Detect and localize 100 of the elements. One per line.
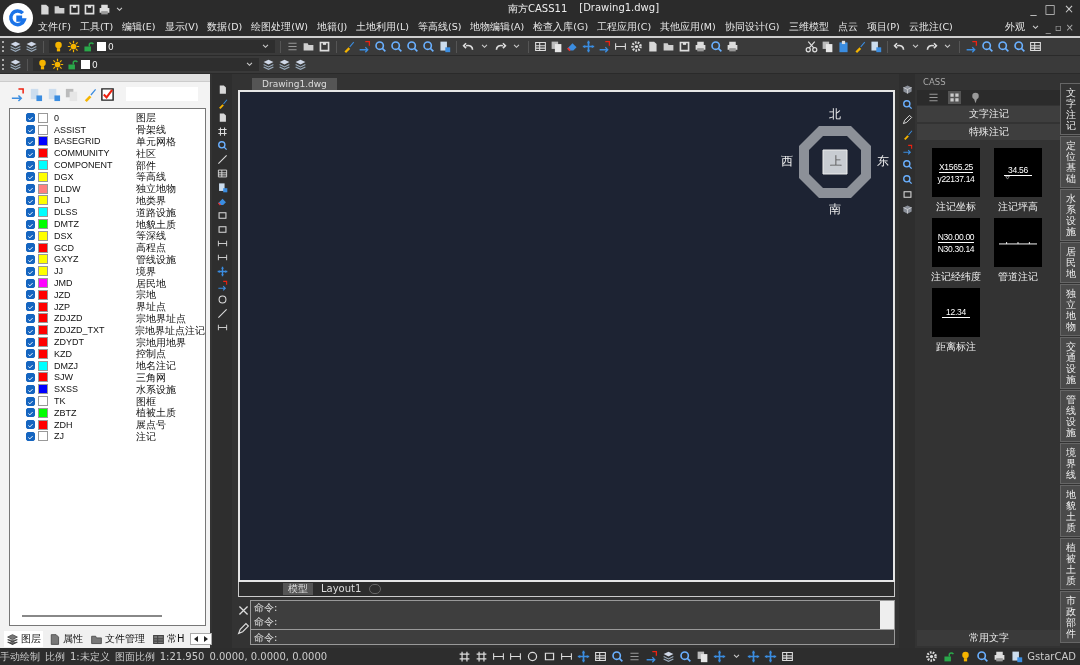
- folder-icon[interactable]: [662, 40, 675, 53]
- checkbox[interactable]: [26, 207, 35, 217]
- copy-icon[interactable]: [550, 40, 563, 53]
- arrow-icon[interactable]: [645, 650, 659, 663]
- close-icon[interactable]: [237, 604, 250, 617]
- menu-item[interactable]: 点云: [837, 20, 858, 34]
- side-tab[interactable]: 定位基础: [1060, 136, 1080, 188]
- zoom-icon[interactable]: [997, 40, 1010, 53]
- zoom-icon[interactable]: [611, 650, 625, 663]
- menu-item[interactable]: 编辑(E): [122, 20, 156, 34]
- save-icon[interactable]: [83, 2, 96, 16]
- move-icon[interactable]: [216, 266, 228, 277]
- side-tab[interactable]: 独立地物: [1060, 284, 1080, 336]
- side-tab[interactable]: 水系设施: [1060, 189, 1080, 241]
- color-swatch[interactable]: [38, 219, 48, 230]
- menu-item[interactable]: 数据(D): [207, 20, 243, 34]
- checkbox[interactable]: [26, 113, 35, 123]
- dimension-icon[interactable]: [216, 238, 228, 249]
- pencil-icon[interactable]: [901, 114, 913, 125]
- menu-item[interactable]: 文件(F): [38, 20, 71, 34]
- color-swatch[interactable]: [38, 230, 48, 241]
- move-icon[interactable]: [582, 40, 595, 53]
- zoom-icon[interactable]: [390, 40, 403, 53]
- layers-icon[interactable]: [278, 58, 291, 71]
- copy-icon[interactable]: [821, 40, 834, 53]
- checkbox[interactable]: [26, 195, 35, 205]
- redo-icon[interactable]: [925, 40, 938, 53]
- checkbox[interactable]: [26, 219, 35, 229]
- zoom-icon[interactable]: [901, 174, 913, 185]
- menu-item[interactable]: 检查入库(G): [533, 20, 589, 34]
- checkbox[interactable]: [26, 431, 35, 441]
- settings-icon[interactable]: [630, 40, 643, 53]
- printer-icon[interactable]: [98, 2, 111, 16]
- layer-dropdown[interactable]: 0: [49, 40, 275, 53]
- window-control[interactable]: □: [1044, 2, 1056, 16]
- checkbox[interactable]: [26, 420, 35, 430]
- lock-icon[interactable]: [942, 650, 956, 663]
- layers-icon[interactable]: [294, 58, 307, 71]
- checkbox[interactable]: [26, 125, 35, 135]
- side-tab[interactable]: 植被土质: [1060, 538, 1080, 590]
- checkbox[interactable]: [26, 266, 35, 276]
- save-icon[interactable]: [318, 40, 331, 53]
- printer-icon[interactable]: [993, 650, 1007, 663]
- checkbox[interactable]: [26, 408, 35, 418]
- compass-direction[interactable]: 西: [780, 155, 794, 168]
- color-swatch[interactable]: [38, 207, 48, 218]
- settings-icon[interactable]: [925, 650, 939, 663]
- grid-icon[interactable]: [458, 650, 472, 663]
- printer-icon[interactable]: [694, 40, 707, 53]
- save-icon[interactable]: [678, 40, 691, 53]
- document-icon[interactable]: [646, 40, 659, 53]
- rectangle-icon[interactable]: [543, 650, 557, 663]
- checkbox[interactable]: [26, 361, 35, 371]
- rectangle-icon[interactable]: [216, 210, 228, 221]
- color-swatch[interactable]: [38, 160, 48, 171]
- color-swatch[interactable]: [38, 148, 48, 159]
- move-icon[interactable]: [764, 650, 778, 663]
- zoom-icon[interactable]: [679, 650, 693, 663]
- dimension-icon[interactable]: [560, 650, 574, 663]
- checkbox[interactable]: [26, 172, 35, 182]
- side-tab[interactable]: 境界线: [1060, 443, 1080, 484]
- checkbox[interactable]: [26, 290, 35, 300]
- grid-icon[interactable]: [475, 650, 489, 663]
- checkbox[interactable]: [26, 337, 35, 347]
- color-swatch[interactable]: [38, 136, 48, 147]
- window-control[interactable]: ×: [1063, 2, 1074, 16]
- view-cube-icon[interactable]: [901, 84, 913, 95]
- view-label[interactable]: 上: [829, 155, 843, 168]
- view-cube-icon[interactable]: [901, 204, 913, 215]
- command-input[interactable]: 命令:: [250, 630, 895, 645]
- list-icon[interactable]: [286, 40, 299, 53]
- layers-icon[interactable]: [6, 632, 19, 646]
- menu-item[interactable]: 显示(V): [164, 20, 199, 34]
- document-control[interactable]: ×: [1065, 21, 1074, 33]
- layers-icon[interactable]: [9, 40, 22, 53]
- move-icon[interactable]: [577, 650, 591, 663]
- table-icon[interactable]: [216, 168, 228, 179]
- appearance-menu[interactable]: 外观: [1004, 20, 1025, 34]
- side-tab[interactable]: 居民地: [1060, 242, 1080, 283]
- dimension-icon[interactable]: [509, 650, 523, 663]
- zoom-icon[interactable]: [216, 140, 228, 151]
- compass-direction[interactable]: 东: [876, 155, 890, 168]
- compass-direction[interactable]: 南: [828, 203, 842, 216]
- undo-icon[interactable]: [893, 40, 906, 53]
- checkbox[interactable]: [26, 137, 35, 146]
- compass-direction[interactable]: 北: [828, 108, 842, 121]
- color-swatch[interactable]: [38, 183, 48, 194]
- circle-icon[interactable]: [526, 650, 540, 663]
- scroll-arrows[interactable]: [189, 633, 212, 645]
- menu-item[interactable]: 土地利用(L): [356, 20, 409, 34]
- table-icon[interactable]: [534, 40, 547, 53]
- color-swatch[interactable]: [38, 419, 48, 430]
- panel-footer[interactable]: 常用文字: [917, 630, 1060, 646]
- section-header[interactable]: 文字注记: [917, 106, 1060, 122]
- app-logo[interactable]: [3, 3, 33, 33]
- rectangle-icon[interactable]: [216, 224, 228, 235]
- zoom-icon[interactable]: [976, 650, 990, 663]
- dimension-icon[interactable]: [492, 650, 506, 663]
- arrow-icon[interactable]: [965, 40, 978, 53]
- circle-icon[interactable]: [216, 294, 228, 305]
